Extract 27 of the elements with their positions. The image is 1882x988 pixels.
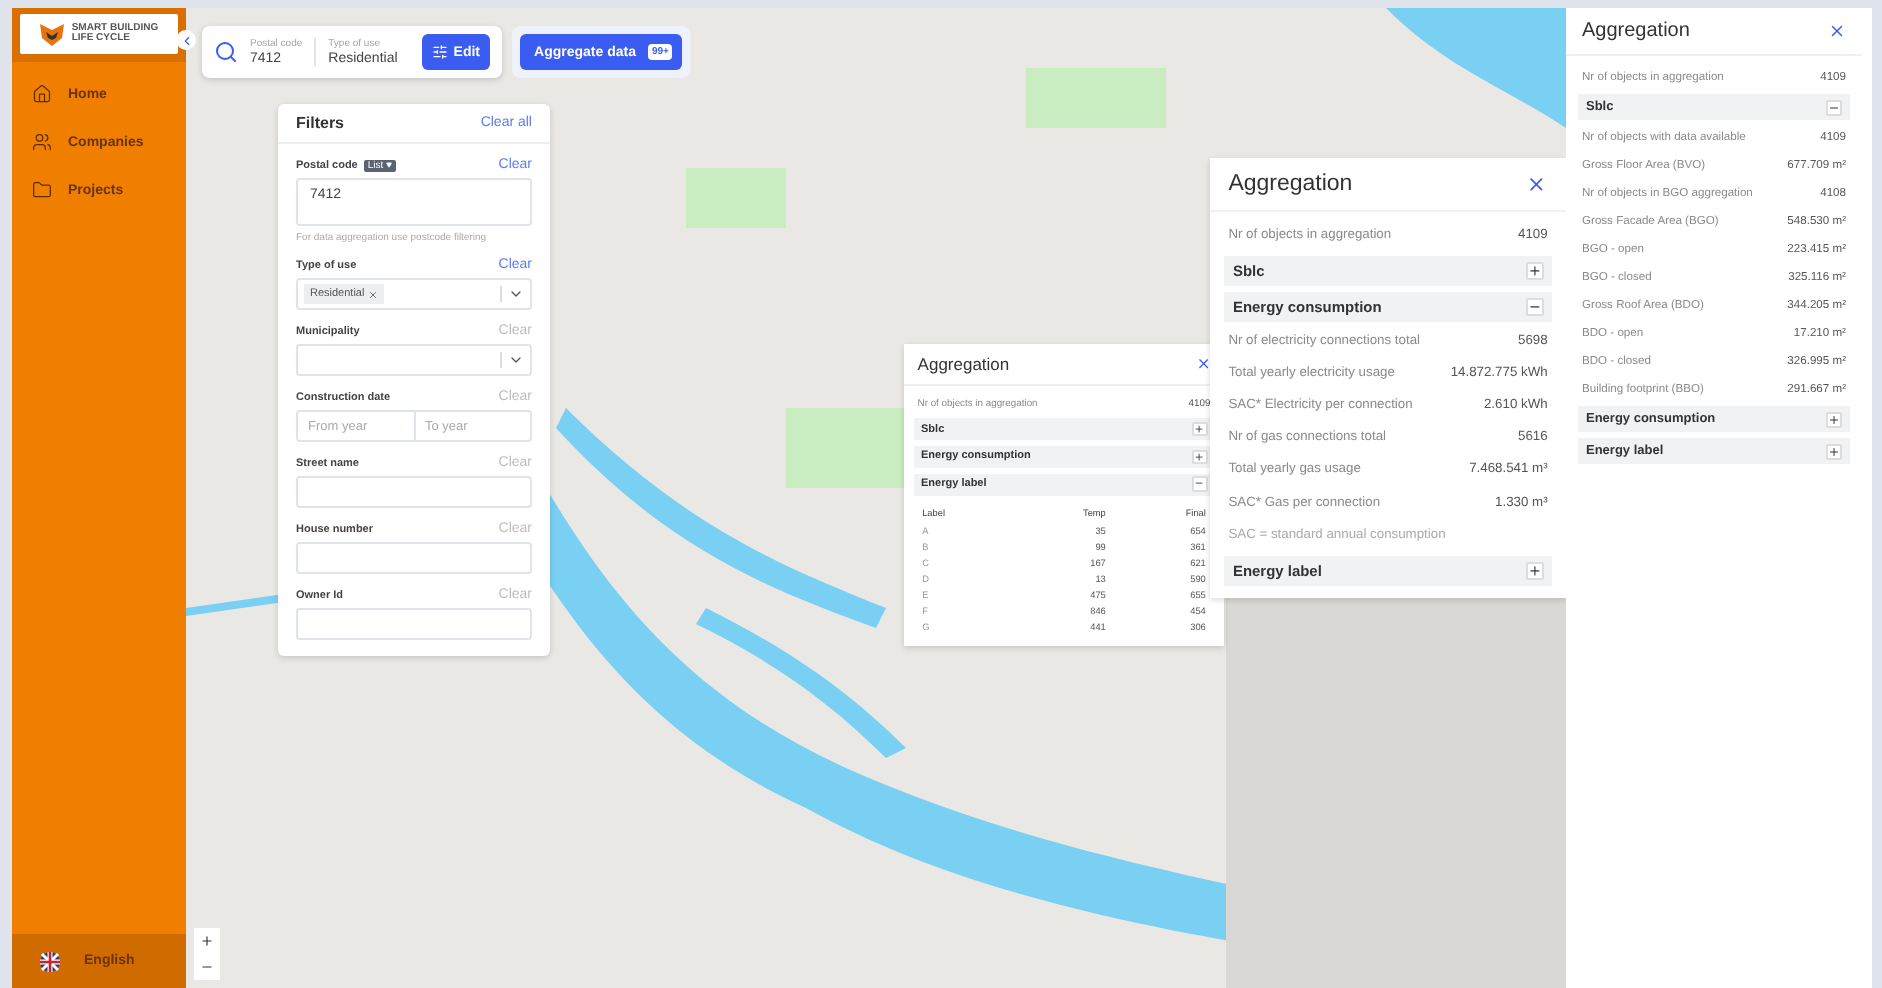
fox-logo-icon: [39, 23, 64, 45]
search-icon: [214, 40, 238, 64]
chevron-down-icon: [508, 352, 524, 368]
flag-icon: [40, 951, 60, 971]
home-icon: [32, 84, 52, 104]
close-button[interactable]: [1195, 356, 1211, 372]
panel-title: Aggregation: [1582, 20, 1690, 42]
folder-icon: [32, 180, 52, 200]
panel-title: Aggregation: [917, 354, 1010, 375]
close-button[interactable]: [1526, 173, 1548, 195]
chevron-left-icon: [179, 33, 193, 47]
input-field[interactable]: [296, 476, 532, 508]
panel-title: Aggregation: [1228, 171, 1353, 196]
users-icon: [32, 132, 52, 152]
minus-icon: [200, 960, 214, 974]
park-area: [786, 408, 906, 488]
panel-title: Filters: [296, 114, 345, 132]
park-area: [686, 168, 786, 228]
close-button[interactable]: [1828, 22, 1846, 40]
select-field[interactable]: [296, 344, 532, 376]
input-field[interactable]: [296, 542, 532, 574]
input-field[interactable]: [296, 608, 532, 640]
park-area: [1026, 68, 1166, 128]
plus-icon: [200, 934, 214, 948]
caret-icon: [385, 162, 392, 168]
chevron-down-icon: [508, 286, 524, 302]
sliders-icon: [431, 44, 448, 60]
